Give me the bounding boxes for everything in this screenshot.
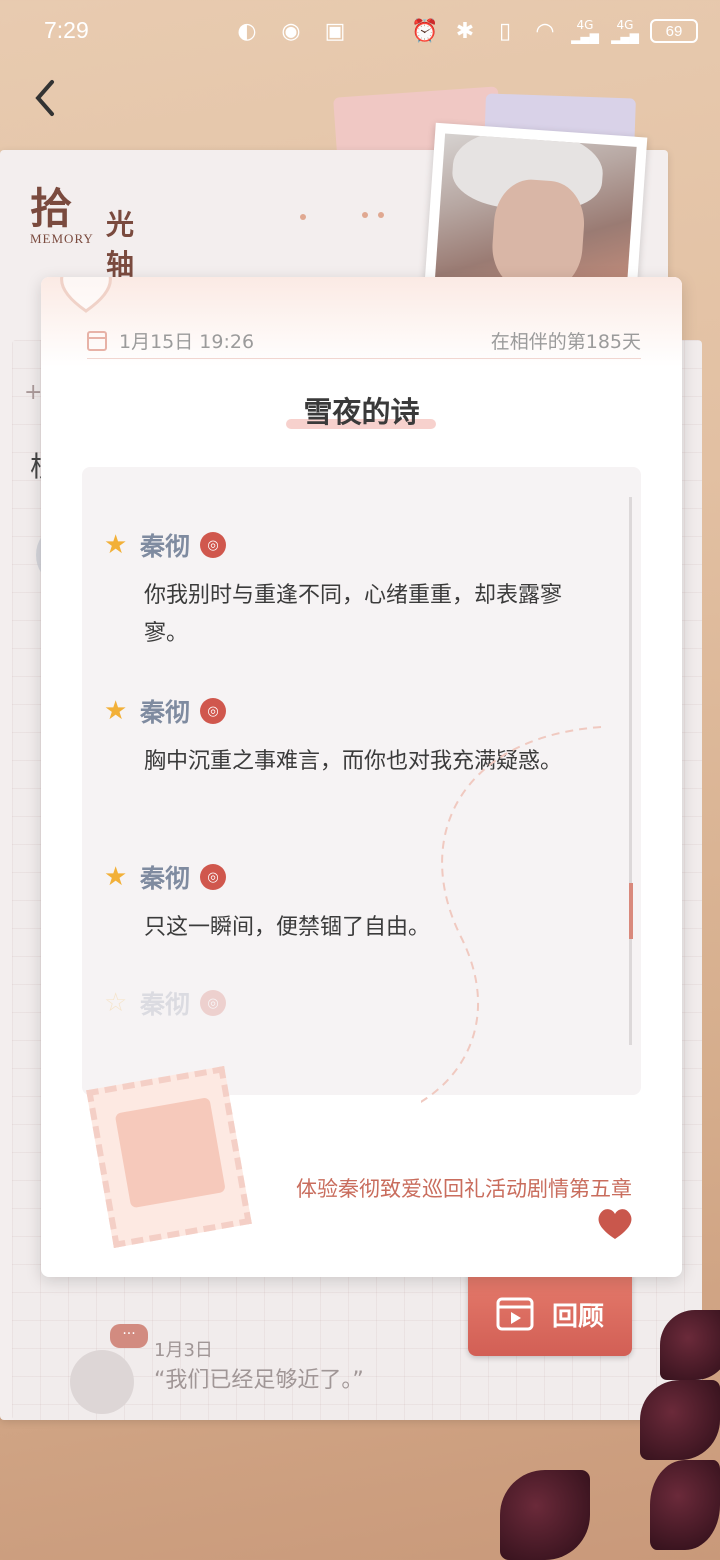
stamp-decoration: [86, 1066, 252, 1248]
card-title: 雪夜的诗: [303, 395, 420, 429]
review-button[interactable]: 回顾: [468, 1272, 632, 1356]
speaker-name: 秦彻: [140, 864, 191, 893]
background-memory-entry[interactable]: ··· 1月3日 “我们已经足够近了。”: [70, 1320, 430, 1414]
entry-quote: “我们已经足够近了。”: [154, 1368, 364, 1393]
signal-label-2: 4G: [616, 18, 634, 32]
flower-decoration: [500, 1470, 590, 1560]
vibrate-icon: ▯: [498, 18, 512, 44]
signal-icon-2: 4G ▂▄▆: [611, 18, 639, 44]
heart-outline-icon: [60, 277, 112, 313]
speaker-row: ★ 秦彻 ◎: [104, 527, 604, 563]
chat-bubble-icon: ···: [110, 1324, 148, 1348]
bluetooth-icon: ✱: [455, 18, 475, 44]
signal-label-1: 4G: [576, 18, 594, 32]
entry-date: 1月3日: [154, 1340, 213, 1361]
character-photo: [424, 122, 648, 298]
signal-icon: 4G ▂▄▆: [571, 18, 599, 44]
status-right-icons: ⏰ ✱ ▯ ◠ 4G ▂▄▆ 4G ▂▄▆ 69: [410, 16, 698, 46]
logo-en: MEMORY: [30, 231, 94, 246]
star-outline-icon[interactable]: ☆: [104, 990, 130, 1016]
memory-card: 1月15日 19:26 在相伴的第185天 雪夜的诗 ★ 秦彻 ◎ 你我别时与重…: [41, 277, 682, 1277]
speaker-name: 秦彻: [140, 532, 191, 561]
status-bar: 7:29 ◐ ◉ ▣ ⏰ ✱ ▯ ◠ 4G ▂▄▆ 4G ▂▄▆ 69: [0, 0, 720, 62]
flower-decoration: [640, 1380, 720, 1460]
nfc-icon: ▣: [324, 18, 346, 44]
eye-icon: ◉: [281, 18, 301, 44]
scrollbar-track[interactable]: [629, 497, 632, 1045]
flower-decoration: [660, 1310, 720, 1380]
dashed-path-decoration: [421, 726, 602, 1103]
back-icon: [35, 80, 54, 116]
app-notification-icon: ◐: [237, 18, 257, 44]
character-portrait: [434, 133, 637, 297]
voice-icon[interactable]: ◎: [200, 990, 227, 1016]
activity-link[interactable]: 体验秦彻致爱巡回礼活动剧情第五章: [296, 1173, 632, 1203]
date-group: 1月15日 19:26: [87, 327, 254, 354]
days-together: 在相伴的第185天: [490, 331, 641, 353]
dialogue-line: ★ 秦彻 ◎ 你我别时与重逢不同，心绪重重，却表露寥寥。: [104, 527, 604, 653]
calendar-icon: [87, 330, 107, 351]
entry-avatar: [70, 1350, 134, 1414]
star-icon[interactable]: ★: [104, 532, 130, 558]
status-left-icons: ◐ ◉ ▣: [232, 16, 350, 46]
status-time: 7:29: [44, 17, 89, 43]
memory-logo: 拾 光轴 MEMORY: [30, 175, 134, 281]
alarm-icon: ⏰: [411, 18, 439, 44]
battery-icon: 69: [650, 19, 698, 43]
voice-icon[interactable]: ◎: [200, 532, 227, 558]
voice-icon[interactable]: ◎: [200, 864, 227, 890]
logo-zh-small: 光轴: [106, 208, 135, 281]
memory-date: 1月15日 19:26: [119, 331, 255, 353]
star-icon[interactable]: ★: [104, 698, 130, 724]
wifi-icon: ◠: [535, 18, 555, 44]
scrollbar-thumb[interactable]: [629, 883, 633, 939]
heart-icon[interactable]: [596, 1207, 634, 1241]
video-icon: [496, 1297, 534, 1331]
speaker-name: 秦彻: [140, 698, 191, 727]
date-row: 1月15日 19:26 在相伴的第185天: [87, 323, 641, 359]
logo-zh-big: 拾: [30, 184, 75, 233]
flower-decoration: [650, 1460, 720, 1550]
speaker-name: 秦彻: [140, 990, 191, 1019]
voice-icon[interactable]: ◎: [200, 698, 227, 724]
film-location-icon: [114, 1097, 226, 1209]
star-icon[interactable]: ★: [104, 864, 130, 890]
back-button[interactable]: [30, 78, 64, 118]
decorative-dots: [300, 212, 390, 222]
line-text: 你我别时与重逢不同，心绪重重，却表露寥寥。: [144, 583, 563, 646]
add-icon: +: [24, 380, 43, 405]
review-button-label: 回顾: [551, 1301, 604, 1332]
